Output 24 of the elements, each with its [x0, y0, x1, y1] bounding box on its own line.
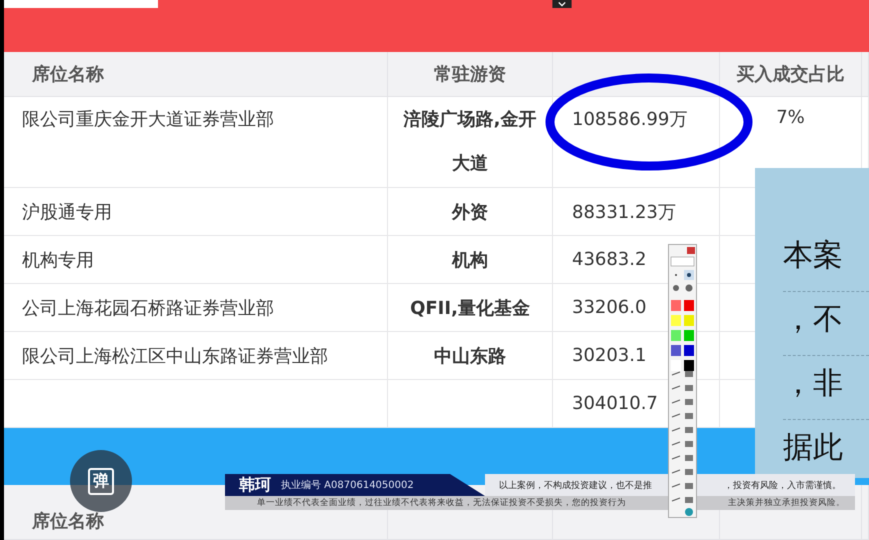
column-header: 席位名称: [4, 52, 388, 97]
table-cell: 限公司重庆金开大道证券营业部: [4, 97, 388, 188]
table-cell: 沪股通专用: [4, 188, 388, 236]
panel-text: ，非: [783, 356, 869, 420]
column-header: 买入成交占比: [720, 52, 862, 97]
column-header: 常驻游资: [388, 52, 553, 97]
table-cell: 涪陵广场路,金开大道: [388, 97, 553, 188]
table-cell: 机构: [388, 236, 553, 284]
panel-text: ，不: [783, 292, 869, 356]
disclaimer-text: 主决策并独立承担投资风险。: [728, 497, 845, 509]
table-cell: 限公司上海松江区中山东路证券营业部: [4, 332, 388, 380]
table-cell: 机构专用: [4, 236, 388, 284]
notice-text: ，投资有风险，入市需谨慎。: [724, 480, 841, 492]
table-cell: QFII,量化基金: [388, 284, 553, 332]
toolbar-drawing[interactable]: [668, 244, 697, 518]
panel-text: 本案: [783, 228, 869, 292]
table-cell: 公司上海花园石桥路证券营业部: [4, 284, 388, 332]
panel-text: 据此: [783, 429, 844, 467]
caret-icon[interactable]: [550, 0, 574, 8]
table-cell: 88331.23万: [553, 188, 720, 236]
header-cell: [862, 52, 869, 97]
table-cell: 中山东路: [388, 332, 553, 380]
table-cell: 外资: [388, 188, 553, 236]
notice-text: 以上案例，不构成投资建议，也不是推: [499, 479, 652, 492]
